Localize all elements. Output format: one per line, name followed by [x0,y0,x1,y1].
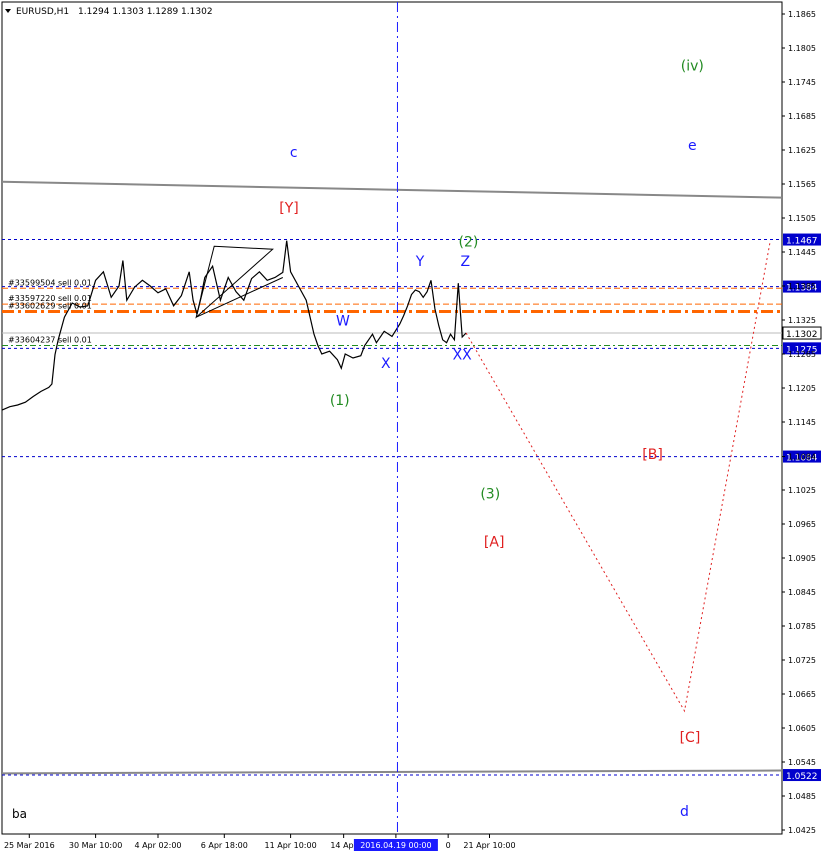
y-tick-label: 1.1385 [788,282,816,291]
y-tick-label: 1.1625 [788,146,816,155]
level-label: 1.0522 [786,772,818,782]
wave-label: Z [461,254,471,270]
chart-root[interactable]: 1.1467 1.1384 1.1302 1.1275 1.1084 1.0522 #33… [0,0,822,856]
x-tick-label: 4 Apr 02:00 [134,841,181,850]
y-tick-label: 1.1445 [788,248,816,257]
y-tick-label: 1.1565 [788,180,816,189]
chart-background [0,0,822,856]
wave-label: [B] [642,447,663,463]
y-tick-label: 1.0725 [788,656,816,665]
y-tick-label: 1.0545 [788,758,816,767]
y-tick-label: 1.0845 [788,588,816,597]
x-tick-label: 14 Apr [330,841,357,850]
wave-label: (1) [330,393,350,409]
y-tick-label: 1.1265 [788,350,816,359]
wave-label: c [290,145,298,161]
y-tick-label: 1.1865 [788,10,816,19]
y-tick-label: 1.0425 [788,826,816,835]
y-tick-label: 1.1805 [788,44,816,53]
y-tick-label: 1.0485 [788,792,816,801]
y-tick-label: 1.1685 [788,112,816,121]
wave-label: XX [453,348,473,364]
wave-label: (iv) [681,59,704,75]
footer-label: ba [12,807,27,821]
level-label: 1.1467 [786,237,818,247]
wave-label: d [680,804,689,820]
x-tick-label: 21 Apr 10:00 [463,841,515,850]
order-label: #33599504 sell 0.01 [8,278,92,287]
order-label: #33604237 sell 0.01 [8,336,92,345]
y-tick-label: 1.1145 [788,418,816,427]
y-tick-label: 1.0605 [788,724,816,733]
wave-label: [A] [484,535,505,551]
y-tick-label: 1.0905 [788,554,816,563]
x-tick-label: 6 Apr 18:00 [201,841,248,850]
wave-label: (3) [480,487,500,503]
y-tick-label: 1.1325 [788,316,816,325]
y-tick-label: 1.1505 [788,214,816,223]
wave-label: [Y] [279,200,298,216]
wave-label: e [688,138,697,154]
wave-label: [C] [680,730,701,746]
symbol-label: EURUSD,H1 [16,7,69,17]
wave-label: W [336,314,350,330]
wave-label: X [381,356,391,372]
wave-label: (2) [459,234,479,250]
x-tick-label: 2016.04.19 00:00 [360,841,431,850]
x-tick-label: 0 [446,841,451,850]
x-tick-label: 25 Mar 2016 [4,841,55,850]
y-tick-label: 1.1205 [788,384,816,393]
y-tick-label: 1.1025 [788,486,816,495]
current-price-label: 1.1302 [786,330,818,340]
price-chart[interactable]: 1.14671.13841.13021.12751.10841.0522 #33… [0,0,822,856]
y-tick-label: 1.1084 [788,453,816,462]
ohlc-values: 1.1294 1.1303 1.1289 1.1302 [78,7,213,17]
wave-label: Y [415,254,425,270]
y-tick-label: 1.0665 [788,690,816,699]
y-tick-label: 1.0785 [788,622,816,631]
x-tick-label: 30 Mar 10:00 [69,841,122,850]
y-tick-label: 1.1745 [788,78,816,87]
x-tick-label: 11 Apr 10:00 [265,841,317,850]
y-tick-label: 1.0965 [788,520,816,529]
